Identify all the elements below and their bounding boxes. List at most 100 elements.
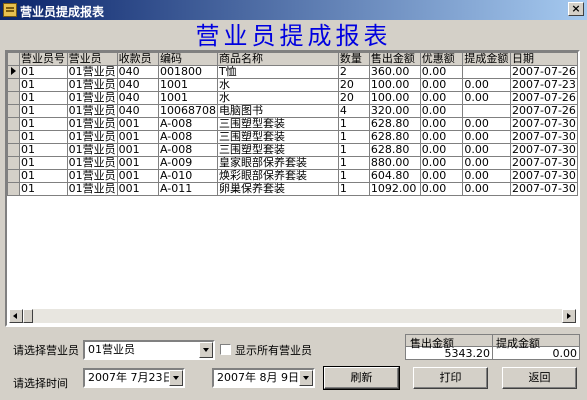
table-cell[interactable]: 水	[216, 91, 339, 105]
row-indicator[interactable]	[7, 182, 20, 196]
table-cell[interactable]: A-008	[157, 117, 218, 131]
table-cell[interactable]: 2007-07-23	[510, 78, 578, 92]
table-cell[interactable]: 2007-07-26	[510, 91, 578, 105]
table-cell[interactable]: 040	[116, 91, 159, 105]
back-button[interactable]: 返回	[502, 367, 577, 389]
column-header[interactable]: 数量	[337, 52, 370, 66]
table-cell[interactable]: 01营业员	[66, 65, 118, 79]
table-cell[interactable]: 2007-07-30	[510, 156, 578, 170]
horizontal-scrollbar[interactable]	[9, 309, 576, 323]
table-cell[interactable]	[462, 104, 511, 118]
table-cell[interactable]: 0.00	[419, 117, 464, 131]
column-header[interactable]: 优惠额	[419, 52, 464, 66]
table-cell[interactable]: 100.00	[368, 91, 421, 105]
table-cell[interactable]: 0.00	[419, 169, 464, 183]
row-indicator[interactable]	[7, 65, 20, 79]
row-indicator[interactable]	[7, 91, 20, 105]
table-cell[interactable]: 2007-07-26	[510, 65, 578, 79]
scroll-right-button[interactable]	[562, 309, 576, 323]
table-cell[interactable]: 2007-07-30	[510, 143, 578, 157]
table-cell[interactable]: 604.80	[368, 169, 421, 183]
table-cell[interactable]: 0.00	[462, 130, 511, 144]
refresh-button[interactable]: 刷新	[323, 366, 400, 390]
row-indicator[interactable]	[7, 78, 20, 92]
table-cell[interactable]: 001	[116, 156, 159, 170]
table-cell[interactable]: 040	[116, 104, 159, 118]
table-row[interactable]: 01 01营业员 001 A-008 三围塑型套装 1 628.80 0.00 0.00 2007…	[7, 130, 578, 144]
table-row[interactable]: 01 01营业员 001 A-008 三围塑型套装 1 628.80 0.00 0.00 2007…	[7, 143, 578, 157]
table-cell[interactable]: 001	[116, 182, 159, 196]
table-cell[interactable]: 1092.00	[368, 182, 421, 196]
table-cell[interactable]: 0.00	[419, 143, 464, 157]
close-button[interactable]: ×	[568, 2, 584, 16]
table-cell[interactable]: 001	[116, 169, 159, 183]
table-cell[interactable]: 001800	[157, 65, 218, 79]
table-cell[interactable]: 1	[337, 143, 370, 157]
table-cell[interactable]: 628.80	[368, 117, 421, 131]
table-cell[interactable]: 2007-07-30	[510, 130, 578, 144]
column-header[interactable]: 营业员	[66, 52, 118, 66]
row-indicator[interactable]	[7, 130, 20, 144]
column-header[interactable]: 提成金额	[462, 52, 511, 66]
table-cell[interactable]: A-010	[157, 169, 218, 183]
table-cell[interactable]: 0.00	[462, 78, 511, 92]
table-row[interactable]: 01 01营业员 040 1001 水 20 100.00 0.00 0.00 2007-07-2…	[7, 78, 578, 92]
table-cell[interactable]: 01营业员	[66, 78, 118, 92]
row-indicator[interactable]	[7, 104, 20, 118]
table-cell[interactable]: 1	[337, 182, 370, 196]
table-cell[interactable]: 01营业员	[66, 143, 118, 157]
table-cell[interactable]: 0.00	[419, 156, 464, 170]
table-cell[interactable]: A-009	[157, 156, 218, 170]
row-indicator[interactable]	[7, 117, 20, 131]
table-cell[interactable]: 001	[116, 130, 159, 144]
table-cell[interactable]: A-008	[157, 143, 218, 157]
table-cell[interactable]: 100.00	[368, 78, 421, 92]
table-cell[interactable]: 880.00	[368, 156, 421, 170]
table-cell[interactable]: 01营业员	[66, 91, 118, 105]
row-indicator[interactable]	[7, 143, 20, 157]
table-cell[interactable]: 2007-07-30	[510, 182, 578, 196]
table-cell[interactable]: 040	[116, 65, 159, 79]
table-cell[interactable]: 01	[18, 169, 68, 183]
table-cell[interactable]: 01	[18, 182, 68, 196]
show-all-checkbox[interactable]	[220, 344, 231, 355]
table-cell[interactable]: 20	[337, 91, 370, 105]
table-cell[interactable]: 2007-07-30	[510, 169, 578, 183]
data-grid[interactable]: 营业员号 营业员 收款员 编码 商品名称 数量 售出金额 优惠额 提成金额 日期 01 01营业员 0…	[5, 50, 580, 327]
table-cell[interactable]: 4	[337, 104, 370, 118]
table-cell[interactable]: 01营业员	[66, 117, 118, 131]
table-cell[interactable]: 0.00	[462, 143, 511, 157]
table-row[interactable]: 01 01营业员 040 10068708 电脑图书 4 320.00 0.00 2007-07…	[7, 104, 578, 118]
table-row[interactable]: 01 01营业员 001 A-010 焕彩眼部保养套装 1 604.80 0.00 0.00 20…	[7, 169, 578, 183]
table-cell[interactable]: 01	[18, 156, 68, 170]
table-cell[interactable]: 01营业员	[66, 130, 118, 144]
scroll-left-button[interactable]	[9, 309, 23, 323]
table-cell[interactable]: 001	[116, 143, 159, 157]
table-row[interactable]: 01 01营业员 001 A-008 三围塑型套装 1 628.80 0.00 0.00 2007…	[7, 117, 578, 131]
table-cell[interactable]: 01营业员	[66, 169, 118, 183]
table-row[interactable]: 01 01营业员 001 A-011 卵巢保养套装 1 1092.00 0.00 0.00 200…	[7, 182, 578, 196]
date-from-picker[interactable]: 2007年 7月23日	[83, 368, 185, 388]
table-cell[interactable]: 三围塑型套装	[216, 130, 339, 144]
table-cell[interactable]: 0.00	[419, 104, 464, 118]
table-cell[interactable]: 0.00	[419, 91, 464, 105]
table-cell[interactable]: 628.80	[368, 143, 421, 157]
table-cell[interactable]: 2	[337, 65, 370, 79]
table-cell[interactable]: 0.00	[462, 182, 511, 196]
table-cell[interactable]: 皇家眼部保养套装	[216, 156, 339, 170]
table-cell[interactable]: 电脑图书	[216, 104, 339, 118]
table-cell[interactable]: 0.00	[419, 130, 464, 144]
table-row[interactable]: 01 01营业员 040 001800 T恤 2 360.00 0.00 2007-07-26	[7, 65, 578, 79]
table-cell[interactable]: 1001	[157, 78, 218, 92]
column-header[interactable]: 编码	[157, 52, 218, 66]
table-cell[interactable]: 0.00	[462, 156, 511, 170]
table-cell[interactable]: 01	[18, 143, 68, 157]
column-header[interactable]: 日期	[510, 52, 578, 66]
date-from-dropdown-button[interactable]	[169, 370, 183, 386]
table-cell[interactable]: 水	[216, 78, 339, 92]
table-cell[interactable]: 10068708	[157, 104, 218, 118]
salesperson-dropdown-button[interactable]	[199, 342, 213, 358]
table-cell[interactable]: 20	[337, 78, 370, 92]
column-header[interactable]: 收款员	[116, 52, 159, 66]
table-cell[interactable]: 01	[18, 91, 68, 105]
